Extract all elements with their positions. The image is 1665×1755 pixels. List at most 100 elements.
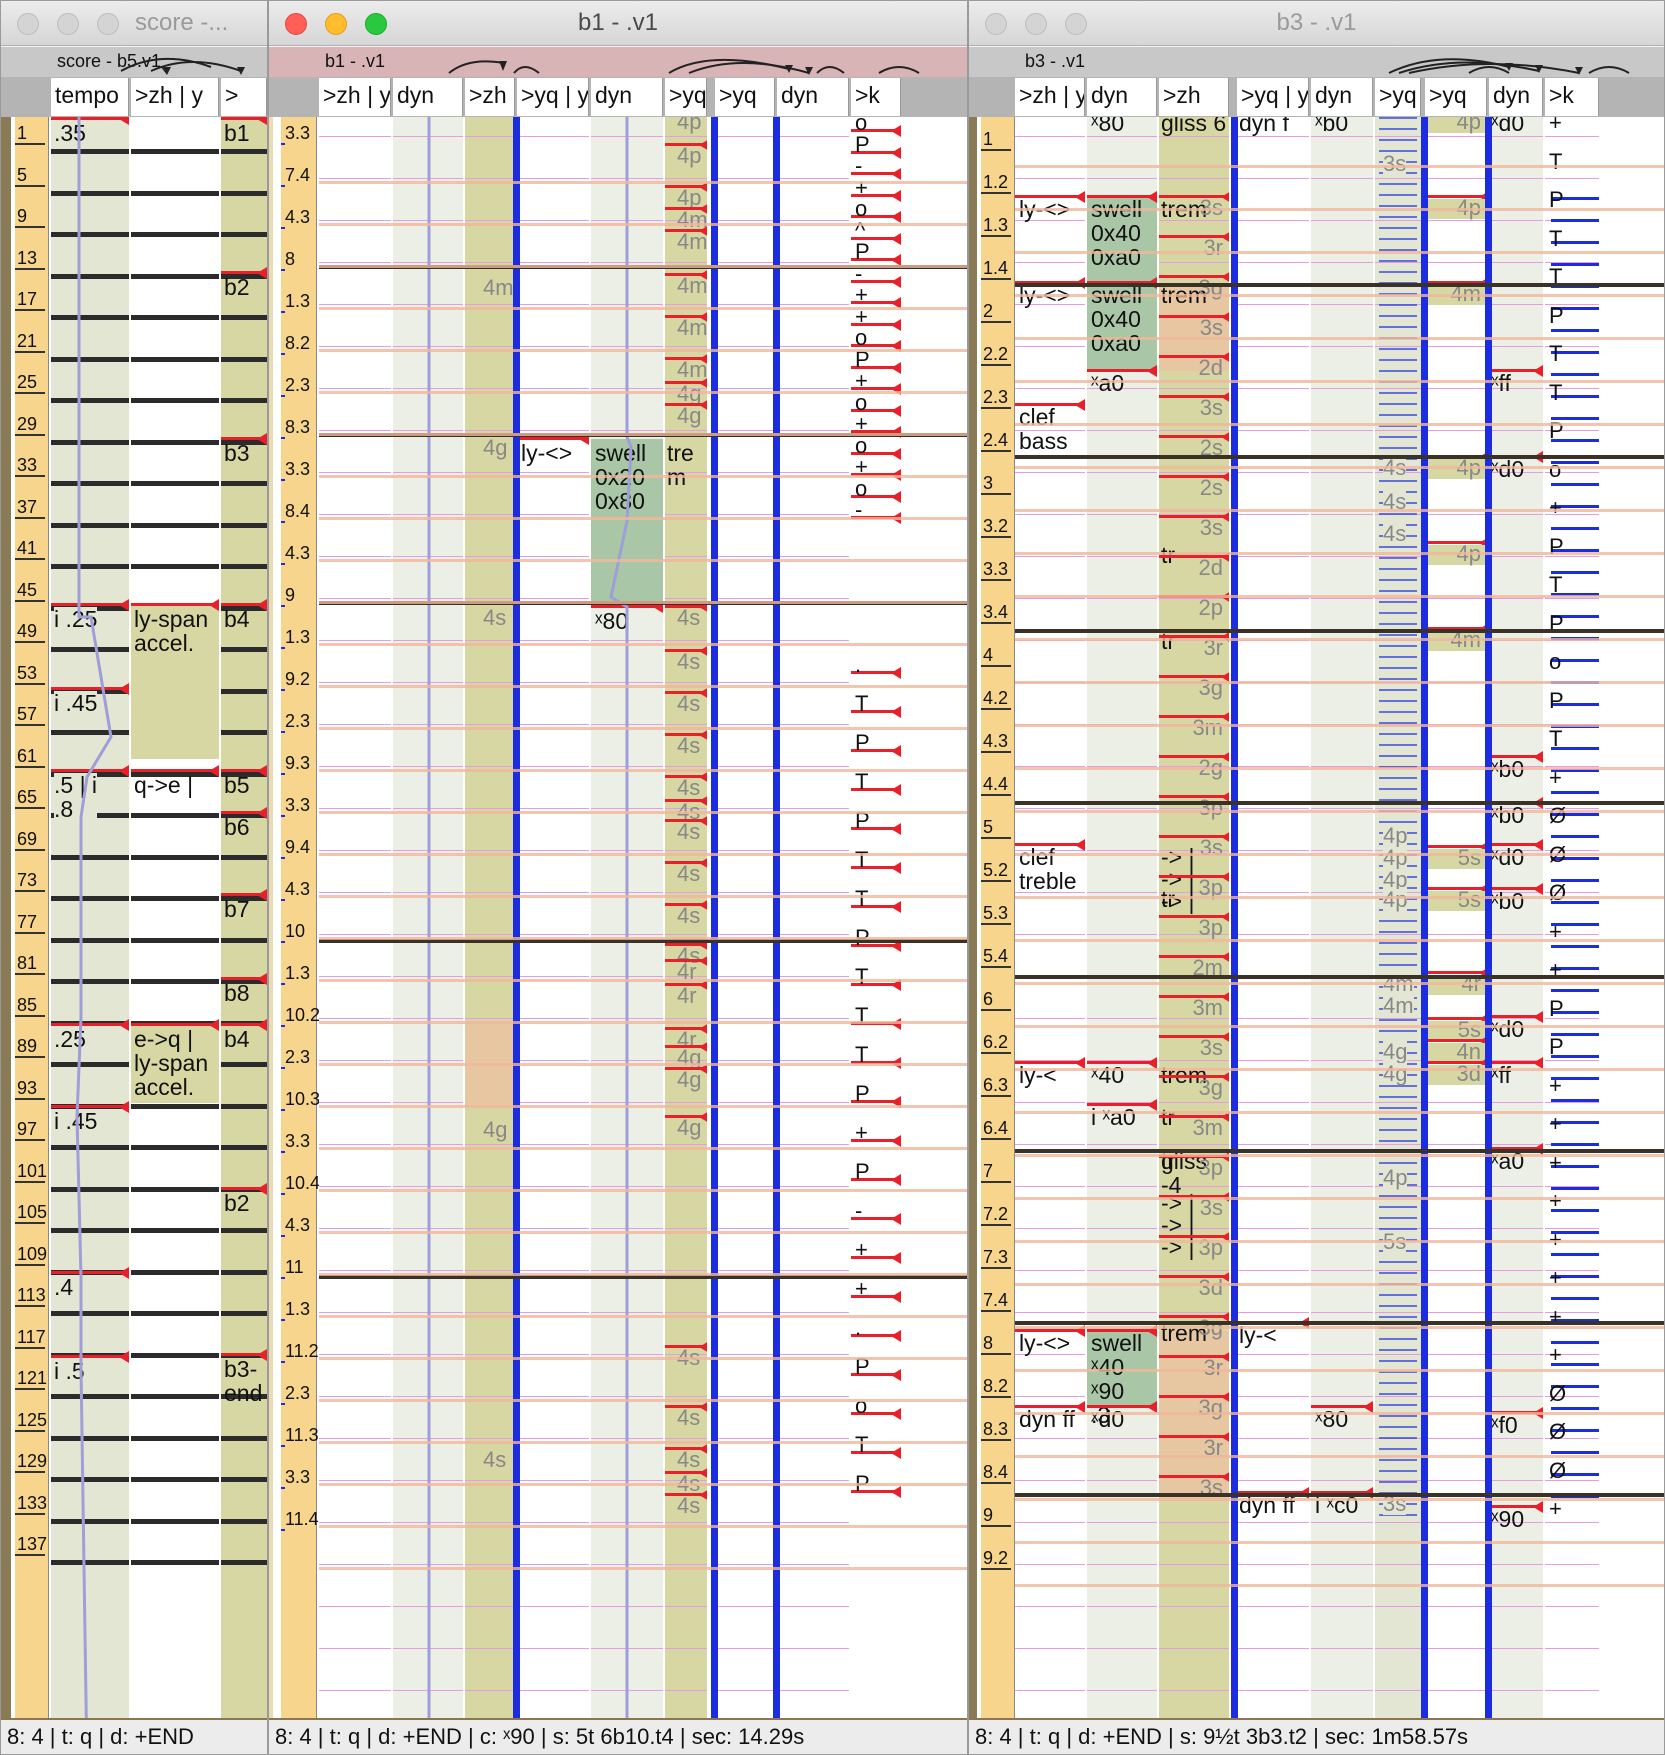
dyn-event[interactable]: ˣd0 <box>1491 117 1524 135</box>
k-event[interactable]: T <box>855 1004 868 1028</box>
b1-tracks[interactable]: 3.3 7.4 4.3 8 1.3 8.2 2.3 8.3 3.3 8.4 4.3 9 1.3 9.2 2.… <box>269 117 967 1718</box>
zh-event[interactable]: ly-span accel. <box>134 607 208 655</box>
dyn-event[interactable]: i ˣa0 <box>1091 1105 1136 1129</box>
dyn-event[interactable]: ˣ80 <box>1315 1407 1348 1431</box>
k-event[interactable]: P <box>1549 996 1564 1021</box>
k-event[interactable]: P <box>1549 688 1564 713</box>
k-event[interactable]: Ø <box>1549 804 1566 828</box>
zh-event[interactable]: gliss 6 <box>1161 117 1226 135</box>
k-event[interactable]: P <box>1549 303 1564 328</box>
k-event[interactable]: . <box>855 653 861 677</box>
column-header-4[interactable]: dyn <box>591 78 663 116</box>
k-event[interactable]: + <box>855 1238 868 1262</box>
zh-event[interactable]: ly-<> <box>1019 1331 1070 1355</box>
k-event[interactable]: T <box>1549 149 1562 174</box>
scroll-gutter[interactable] <box>969 117 977 1718</box>
k-event[interactable]: + <box>1549 1073 1562 1098</box>
yq-event[interactable]: dyn f <box>1239 117 1289 135</box>
column-header-zh[interactable]: >zh | y <box>131 78 219 116</box>
dyn-event[interactable]: ˣa0 <box>1091 371 1124 395</box>
dyn-event[interactable]: ˣd0 <box>1491 457 1524 481</box>
k-event[interactable]: T <box>855 692 868 716</box>
k-event[interactable]: o <box>1549 650 1561 674</box>
k-event[interactable]: T <box>855 848 868 872</box>
zh-event[interactable]: -> | <box>1161 889 1194 913</box>
scroll-gutter[interactable] <box>269 117 273 1718</box>
title-bar[interactable]: b3 - .v1 <box>969 1 1664 46</box>
column-header-6[interactable]: >yq <box>1425 78 1487 116</box>
dyn-event[interactable]: ˣb0 <box>1491 803 1524 827</box>
track-column[interactable] <box>393 117 463 1718</box>
column-header-5[interactable]: >yq <box>665 78 707 116</box>
tempo-track[interactable]: .35 i .25 i .45.5 | i .8.25 i .45.4 i .5 <box>51 117 129 1718</box>
block-event[interactable]: b8 <box>224 981 250 1005</box>
dyn-event[interactable]: ˣ90 <box>1491 1507 1524 1531</box>
column-header-7[interactable]: dyn <box>777 78 849 116</box>
track-column[interactable] <box>319 117 391 1718</box>
dyn-event[interactable]: ˣff <box>1491 371 1511 395</box>
k-event[interactable]: Ø <box>1549 881 1566 905</box>
title-bar[interactable]: score -... <box>1 1 267 46</box>
zh-event[interactable]: -> | <box>1161 1235 1194 1259</box>
k-event[interactable]: . <box>855 1316 861 1340</box>
dyn-event[interactable]: ˣ80 <box>1091 117 1124 135</box>
minimize-button[interactable] <box>57 13 79 35</box>
track-column[interactable]: ˣb0 ˣ80 i ˣc0 <box>1311 117 1373 1718</box>
dyn-event[interactable]: ˣff <box>1491 1063 1511 1087</box>
k-event[interactable]: + <box>855 1121 868 1145</box>
block-event[interactable]: b6 <box>224 815 250 839</box>
close-button[interactable] <box>17 13 39 35</box>
track-column[interactable]: 3s 4s 4s 4s 4p 4p 4p 4p 4m 4m 4g 4g 4p 5s 3s <box>1375 117 1421 1718</box>
track-column[interactable]: ˣd0 ˣff ˣd0 ˣb0 ˣb0 ˣd0 ˣb0 ˣd0 ˣff ˣa0 ˣf0 ˣ90 <box>1489 117 1543 1718</box>
track-column[interactable]: gliss 6tremtremtrtrtr-> |-> |-> |trtremt… <box>1159 117 1229 1718</box>
block-event[interactable]: b2 <box>224 275 250 299</box>
track-column[interactable]: 4p4p4m4p4p4m5s5s4r5s4n3d <box>1425 117 1487 1718</box>
k-event[interactable]: + <box>1549 1343 1562 1367</box>
zh-event[interactable]: q->e | <box>134 773 193 797</box>
dyn-event[interactable]: ˣf0 <box>1491 1413 1518 1437</box>
column-header-5[interactable]: >yq <box>1375 78 1421 116</box>
yq-event[interactable]: ly-<> <box>521 441 572 465</box>
column-header-6[interactable]: >yq <box>715 78 775 116</box>
block-event[interactable]: b2 <box>224 1191 250 1215</box>
column-header-1[interactable]: dyn <box>1087 78 1157 116</box>
yq-event[interactable]: tre m <box>667 441 694 489</box>
k-event[interactable]: - <box>855 1199 862 1223</box>
title-bar[interactable]: b1 - .v1 <box>269 1 967 46</box>
k-event[interactable]: T <box>1549 226 1562 251</box>
column-header-3[interactable]: >yq | y <box>517 78 589 116</box>
track-column[interactable]: dyn f ly-< dyn ff <box>1237 117 1309 1718</box>
track-column[interactable]: ly-<> ly-<> clef bass clef treble ly-< ly-<> d… <box>1015 117 1085 1718</box>
column-header-0[interactable]: >zh | y <box>319 78 391 116</box>
k-event[interactable]: + <box>855 1277 868 1301</box>
k-event[interactable]: + <box>1549 1112 1562 1136</box>
block-event[interactable]: b5 <box>224 773 250 797</box>
k-event[interactable]: T <box>855 1433 868 1457</box>
column-header-8[interactable]: >k <box>1545 78 1599 116</box>
scroll-gutter[interactable] <box>1 117 11 1718</box>
dyn-event[interactable]: ˣd0 <box>1091 1407 1124 1431</box>
column-header-2[interactable]: >zh <box>465 78 515 116</box>
block-event[interactable]: b4 <box>224 607 250 631</box>
zh-event[interactable]: dyn ff <box>1019 1407 1075 1431</box>
zh-event[interactable]: ly-< <box>1019 1063 1057 1087</box>
dyn-event[interactable]: ˣb0 <box>1491 889 1524 913</box>
k-event[interactable]: P <box>1549 1035 1564 1059</box>
block-event[interactable]: b1 <box>224 121 250 145</box>
k-event[interactable]: P <box>855 731 870 755</box>
block-event[interactable]: b3 <box>224 441 250 465</box>
k-event[interactable]: T <box>1549 573 1562 597</box>
time-ruler[interactable]: 1 1.2 1.3 1.4 2 2.2 2.3 2.4 3 3.2 3.3 3.4 4 4.2 4.3 4.4… <box>981 117 1015 1718</box>
column-header-block[interactable]: > <box>221 78 267 116</box>
column-header-1[interactable]: dyn <box>393 78 463 116</box>
track-column[interactable]: swell 0x20 0x80 ˣ80 <box>591 117 663 1718</box>
k-event[interactable]: T <box>855 965 868 989</box>
block-event[interactable]: b3- end <box>224 1357 262 1405</box>
column-header-3[interactable]: >yq | y <box>1237 78 1309 116</box>
zh-event[interactable]: clef bass <box>1019 405 1068 453</box>
k-event[interactable]: T <box>855 887 868 911</box>
track-column[interactable] <box>777 117 849 1718</box>
k-event[interactable]: + <box>1549 1266 1562 1290</box>
dyn-event[interactable]: ˣb0 <box>1315 117 1348 135</box>
zh-event[interactable]: e->q | ly-span accel. <box>134 1027 208 1099</box>
